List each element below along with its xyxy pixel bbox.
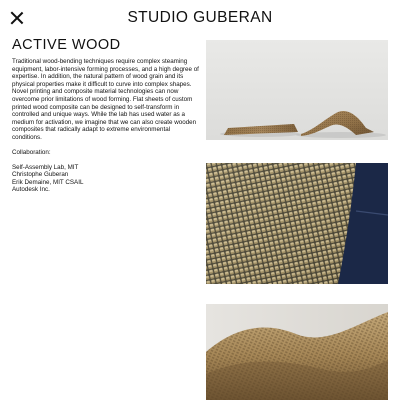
- project-photo-lattice-closeup[interactable]: [206, 163, 388, 284]
- collaborator-item: Christophe Guberan: [12, 171, 69, 179]
- collaboration-heading: Collaboration:: [12, 149, 51, 156]
- collaboration-section: Collaboration: Self-Assembly Lab, MIT Ch…: [12, 149, 192, 193]
- lattice-closeup-illustration: [206, 163, 388, 284]
- curved-surface-illustration: [206, 304, 388, 400]
- collaborator-item: Self-Assembly Lab, MIT: [12, 163, 79, 171]
- collaborator-item: Erik Demaine, MIT CSAIL: [12, 178, 84, 186]
- project-photo-wood-samples[interactable]: [206, 40, 388, 140]
- collaborator-item: Autodesk Inc.: [12, 186, 50, 194]
- project-title: ACTIVE WOOD: [12, 37, 121, 53]
- site-brand[interactable]: STUDIO GUBERAN: [0, 9, 400, 27]
- project-page: STUDIO GUBERAN ACTIVE WOOD Traditional w…: [0, 0, 400, 400]
- project-description: Traditional wood-bending techniques requ…: [12, 58, 199, 141]
- project-photo-curved-surface[interactable]: [206, 304, 388, 400]
- wood-samples-illustration: [206, 40, 388, 140]
